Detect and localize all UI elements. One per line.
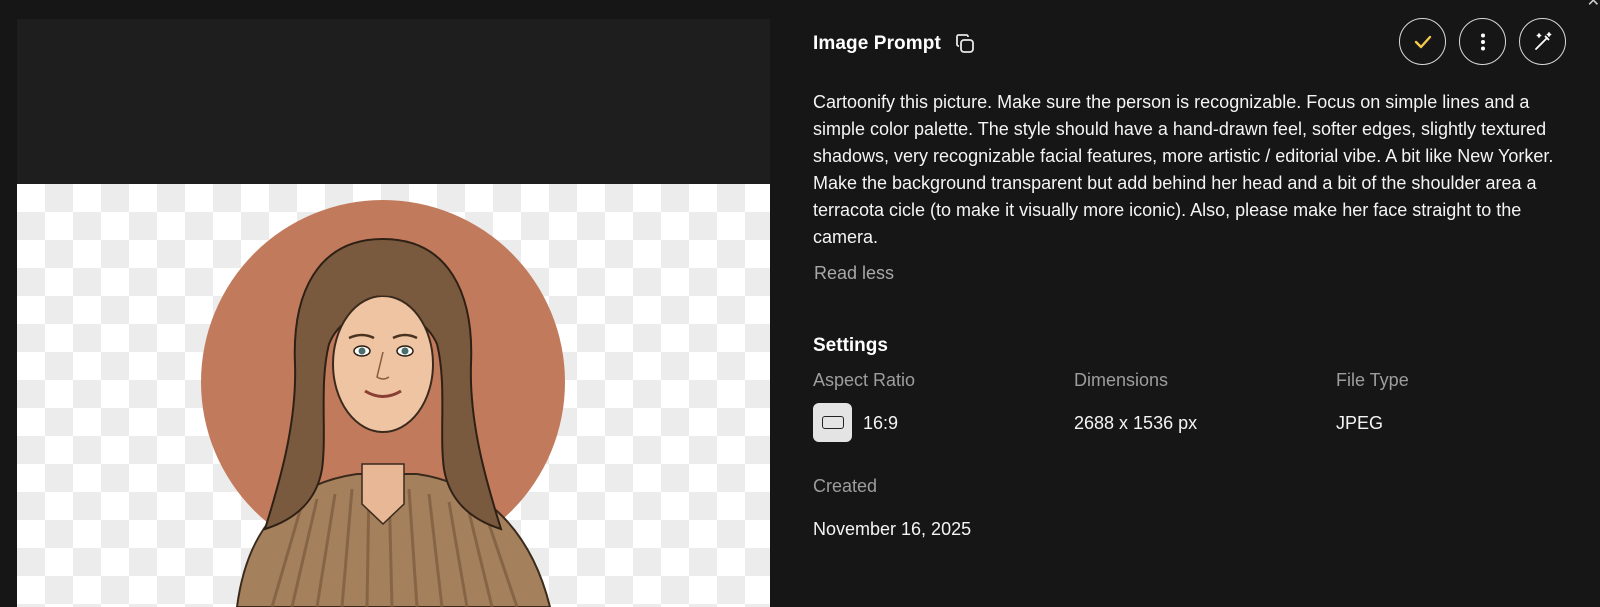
created-label: Created [813,476,878,496]
copy-icon[interactable] [953,32,977,56]
file-type-label: File Type [1336,370,1409,390]
dimensions-value: 2688 x 1536 px [1074,413,1198,433]
created-value: November 16, 2025 [813,519,972,539]
image-preview-panel [17,19,770,607]
magic-wand-icon [1534,31,1551,50]
read-less-link[interactable]: Read less [814,263,894,284]
close-icon[interactable]: ✕ [1587,0,1600,11]
more-options-button[interactable] [1459,18,1506,65]
details-panel: Image Prompt Cartoonify this picture. Ma… [813,0,1600,607]
edit-image-button[interactable] [1519,18,1566,65]
prompt-title: Image Prompt [813,33,941,54]
prompt-header: Image Prompt [813,32,977,56]
transparent-background [17,184,770,607]
settings-title: Settings [813,335,888,356]
file-type-value: JPEG [1336,413,1384,433]
prompt-text: Cartoonify this picture. Make sure the p… [813,92,1554,247]
aspect-ratio-icon [813,403,852,442]
portrait-illustration [201,200,565,607]
aspect-ratio-label: Aspect Ratio [813,370,916,390]
check-icon [1414,35,1431,48]
action-buttons [1399,18,1566,65]
aspect-ratio-value: 16:9 [863,413,899,433]
approve-button[interactable] [1399,18,1446,65]
vertical-dots-icon [1480,33,1485,50]
dimensions-label: Dimensions [1074,370,1169,390]
